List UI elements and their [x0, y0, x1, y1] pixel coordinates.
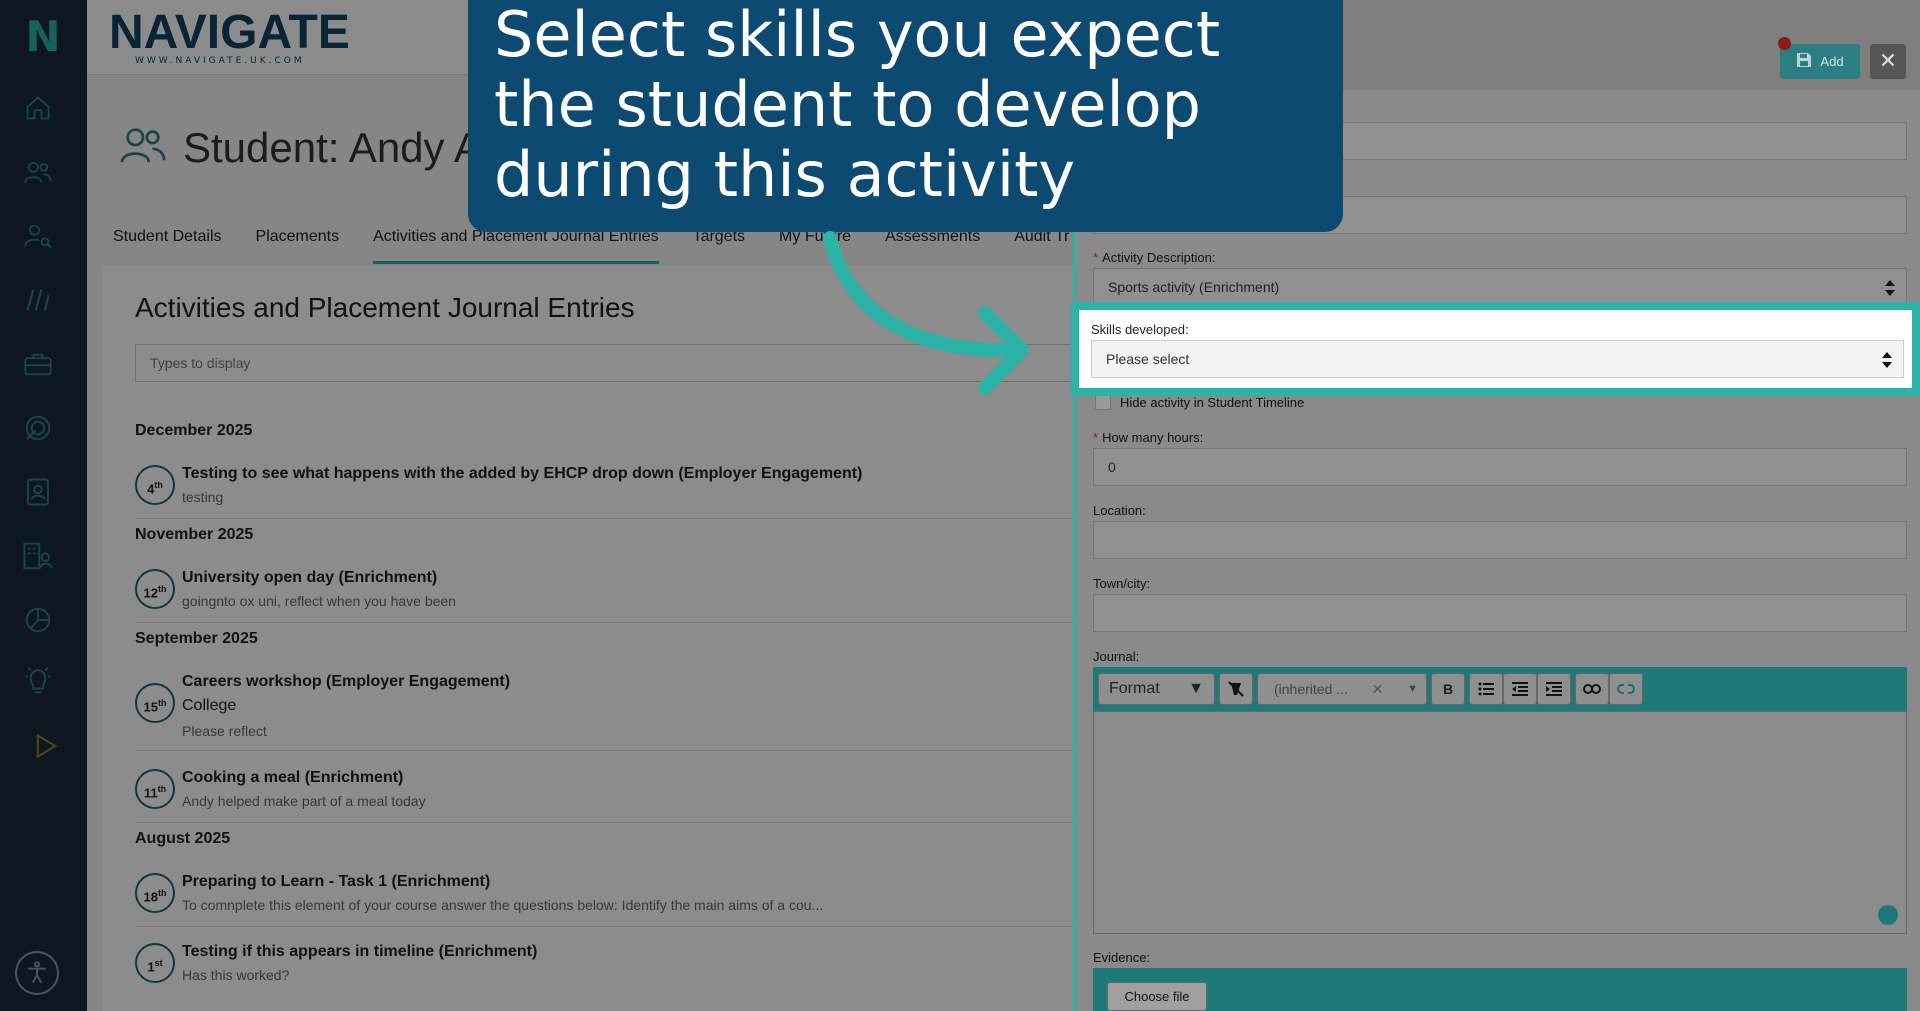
hide-timeline-label: Hide activity in Student Timeline [1120, 395, 1305, 410]
bold-button[interactable]: B [1431, 673, 1465, 705]
hide-timeline-checkbox[interactable] [1095, 394, 1111, 410]
activity-description-select[interactable]: Sports activity (Enrichment) [1093, 268, 1907, 306]
outdent-icon[interactable] [1503, 673, 1537, 705]
tutorial-callout: Select skills you expect the student to … [468, 0, 1343, 232]
close-icon: ✕ [1878, 49, 1898, 74]
journal-editor[interactable] [1093, 711, 1907, 934]
journal-label: Journal: [1093, 649, 1140, 664]
chevron-down-icon: ▼ [1407, 683, 1418, 695]
callout-arrow-icon [823, 231, 1029, 395]
location-input[interactable] [1093, 521, 1907, 559]
grammar-assistant-icon[interactable] [1878, 905, 1898, 925]
hours-input[interactable]: 0 [1093, 448, 1907, 486]
town-label: Town/city: [1093, 576, 1151, 591]
format-label: Format [1109, 680, 1160, 697]
remove-format-icon[interactable] [1219, 673, 1253, 705]
link-icon[interactable] [1575, 673, 1609, 705]
skills-developed-label: Skills developed: [1091, 322, 1189, 337]
close-button[interactable]: ✕ [1870, 44, 1906, 79]
skills-developed-highlight: Skills developed: Please select [1071, 302, 1920, 396]
journal-toolbar: Format ▼ (inherited ... ✕ ▼ B [1093, 667, 1907, 711]
font-value: (inherited ... [1274, 681, 1348, 697]
evidence-label: Evidence: [1093, 950, 1151, 965]
select-arrows-icon [1882, 352, 1892, 368]
format-dropdown[interactable]: Format ▼ [1098, 673, 1215, 705]
skills-developed-value: Please select [1106, 351, 1190, 367]
add-button-label: Add [1820, 54, 1844, 69]
activity-description-value: Sports activity (Enrichment) [1108, 279, 1280, 295]
callout-text: Select skills you expect the student to … [494, 0, 1221, 211]
chevron-down-icon: ▼ [1188, 680, 1204, 697]
activity-description-label: * Activity Description: [1093, 250, 1216, 265]
evidence-upload-area: Choose file [1093, 968, 1907, 1011]
town-input[interactable] [1093, 594, 1907, 632]
bullet-list-icon[interactable] [1469, 673, 1503, 705]
save-icon [1796, 52, 1812, 71]
clear-icon[interactable]: ✕ [1372, 681, 1384, 698]
choose-file-button[interactable]: Choose file [1107, 982, 1207, 1011]
unlink-icon[interactable] [1609, 673, 1643, 705]
font-select[interactable]: (inherited ... ✕ ▼ [1257, 673, 1427, 705]
select-arrows-icon [1885, 280, 1895, 296]
skills-developed-select[interactable]: Please select [1091, 340, 1904, 378]
hours-label: * How many hours: [1093, 430, 1204, 445]
location-label: Location: [1093, 503, 1146, 518]
add-button[interactable]: Add [1780, 44, 1860, 79]
indent-icon[interactable] [1537, 673, 1571, 705]
notification-dot [1778, 37, 1791, 50]
